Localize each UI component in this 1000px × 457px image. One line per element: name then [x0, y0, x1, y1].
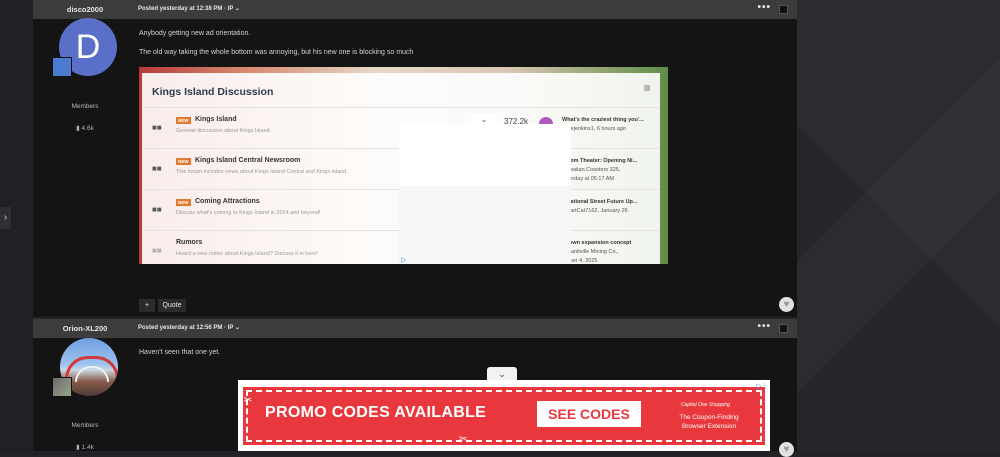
add-reply-button[interactable]: +	[139, 299, 155, 312]
collapse-icon	[644, 85, 650, 91]
post-header: Orion-XL200 Posted yesterday at 12:56 PM…	[33, 319, 797, 338]
ad-tagline: The Coupon-Finding Browser Extension	[661, 413, 757, 431]
ad-banner[interactable]: ✂ ✂ ✂ PROMO CODES AVAILABLE SEE CODES Ca…	[243, 381, 765, 445]
react-heart-icon[interactable]: ♥	[779, 297, 794, 312]
forum-name: Kings Island Central Newsroom	[195, 157, 301, 164]
adchoices-icon[interactable]: ▷	[401, 256, 406, 264]
forum-name: Rumors	[176, 239, 203, 246]
brand-logo: Capital One Shopping	[681, 402, 730, 408]
last-post: ertown expansion concept Losantiville Min…	[562, 239, 631, 264]
post-timestamp[interactable]: Posted yesterday at 12:56 PM · IP ⌄	[138, 324, 240, 331]
post-timestamp[interactable]: Posted yesterday at 12:38 PM · IP ⌄	[138, 5, 240, 12]
sidebar-expand-icon[interactable]: ›	[0, 207, 11, 229]
scissors-icon: ✂	[649, 381, 658, 392]
last-post: What's the craziest thing you'... mikejen…	[562, 116, 644, 134]
post-header: disco2000 Posted yesterday at 12:38 PM ·…	[33, 0, 797, 19]
ad-headline: PROMO CODES AVAILABLE	[265, 404, 487, 421]
new-badge: NEW	[176, 158, 191, 165]
last-post-meta: SmartCat7162, January 26	[562, 208, 628, 214]
forum-section-title: Kings Island Discussion	[152, 86, 274, 98]
ad-collapse-icon[interactable]: ⌄	[471, 114, 497, 126]
ad-tagline-1: The Coupon-Finding	[679, 414, 739, 421]
last-post-title: antom Theater: Opening Ni...	[562, 158, 638, 164]
last-post-title: ertown expansion concept	[562, 240, 632, 246]
author-name[interactable]: disco2000	[33, 5, 137, 14]
more-options-icon[interactable]: •••	[757, 321, 771, 332]
chat-bubbles-icon: ■■	[152, 246, 162, 255]
forum-description: Discuss what's coming to Kings Island in…	[176, 210, 321, 216]
post-count-value: 4.6k	[81, 125, 94, 132]
last-post-title: What's the craziest thing you'...	[562, 117, 644, 123]
post-count: ▮ 4.6k	[33, 124, 137, 132]
last-post: ernational Street Future Up... SmartCat71…	[562, 198, 637, 216]
chat-bubbles-icon: ■■	[152, 205, 162, 214]
bottom-banner-ad[interactable]: ✂ ✂ ✂ PROMO CODES AVAILABLE SEE CODES Ca…	[238, 380, 770, 451]
react-heart-icon[interactable]: ♥	[779, 442, 794, 457]
select-post-checkbox[interactable]	[779, 5, 788, 14]
more-options-icon[interactable]: •••	[757, 2, 771, 13]
scissors-icon: ✂	[459, 434, 468, 445]
new-badge: NEW	[176, 199, 191, 206]
page-background	[797, 0, 1000, 451]
author-name[interactable]: Orion-XL200	[33, 324, 137, 333]
embedded-screenshot: Kings Island Discussion ■■ NEW Kings Isl…	[139, 67, 668, 264]
last-post-title: ernational Street Future Up...	[562, 199, 638, 205]
member-group: Members	[71, 422, 99, 429]
new-badge: NEW	[176, 117, 191, 124]
chat-bubbles-icon: ■■	[152, 164, 162, 173]
chat-bubbles-icon: ■■	[152, 123, 162, 132]
forum-name: Kings Island	[195, 116, 237, 123]
quote-button[interactable]: Quote	[158, 299, 186, 312]
forum-description: Heard a new rumor about Kings Island? Di…	[176, 251, 318, 257]
rank-badge-icon	[52, 57, 72, 77]
ad-overlay-lower	[399, 186, 571, 264]
rank-badge-icon	[52, 377, 72, 397]
ad-tagline-2: Browser Extension	[681, 423, 737, 430]
member-group: Members	[71, 103, 99, 110]
post-disco2000: disco2000 Posted yesterday at 12:38 PM ·…	[33, 0, 797, 317]
see-codes-button[interactable]: SEE CODES	[537, 401, 641, 427]
blank-ad-overlay[interactable]	[399, 124, 571, 264]
post-text-line: Anybody getting new ad orientation.	[139, 30, 251, 37]
adchoices-icon[interactable]: ▷ ⁝	[756, 382, 766, 390]
post-text-line: The old way taking the whole bottom was …	[139, 49, 414, 56]
forum-name: Coming Attractions	[195, 198, 260, 205]
last-post: antom Theater: Opening Ni... Hawaiian Coa…	[562, 157, 637, 184]
select-post-checkbox[interactable]	[779, 324, 788, 333]
post-count: ▮ 1.4k	[33, 443, 137, 451]
post-count-value: 1.4k	[81, 444, 94, 451]
forum-description: This forum includes news about Kings Isl…	[176, 169, 348, 175]
forum-card: Kings Island Discussion ■■ NEW Kings Isl…	[142, 73, 660, 264]
scissors-icon: ✂	[244, 395, 253, 406]
last-post-meta: mikejenkins1, 6 hours ago	[562, 126, 626, 132]
forum-description: General discussion about Kings Island.	[176, 128, 272, 134]
post-text-line: Haven't seen that one yet.	[139, 349, 221, 356]
